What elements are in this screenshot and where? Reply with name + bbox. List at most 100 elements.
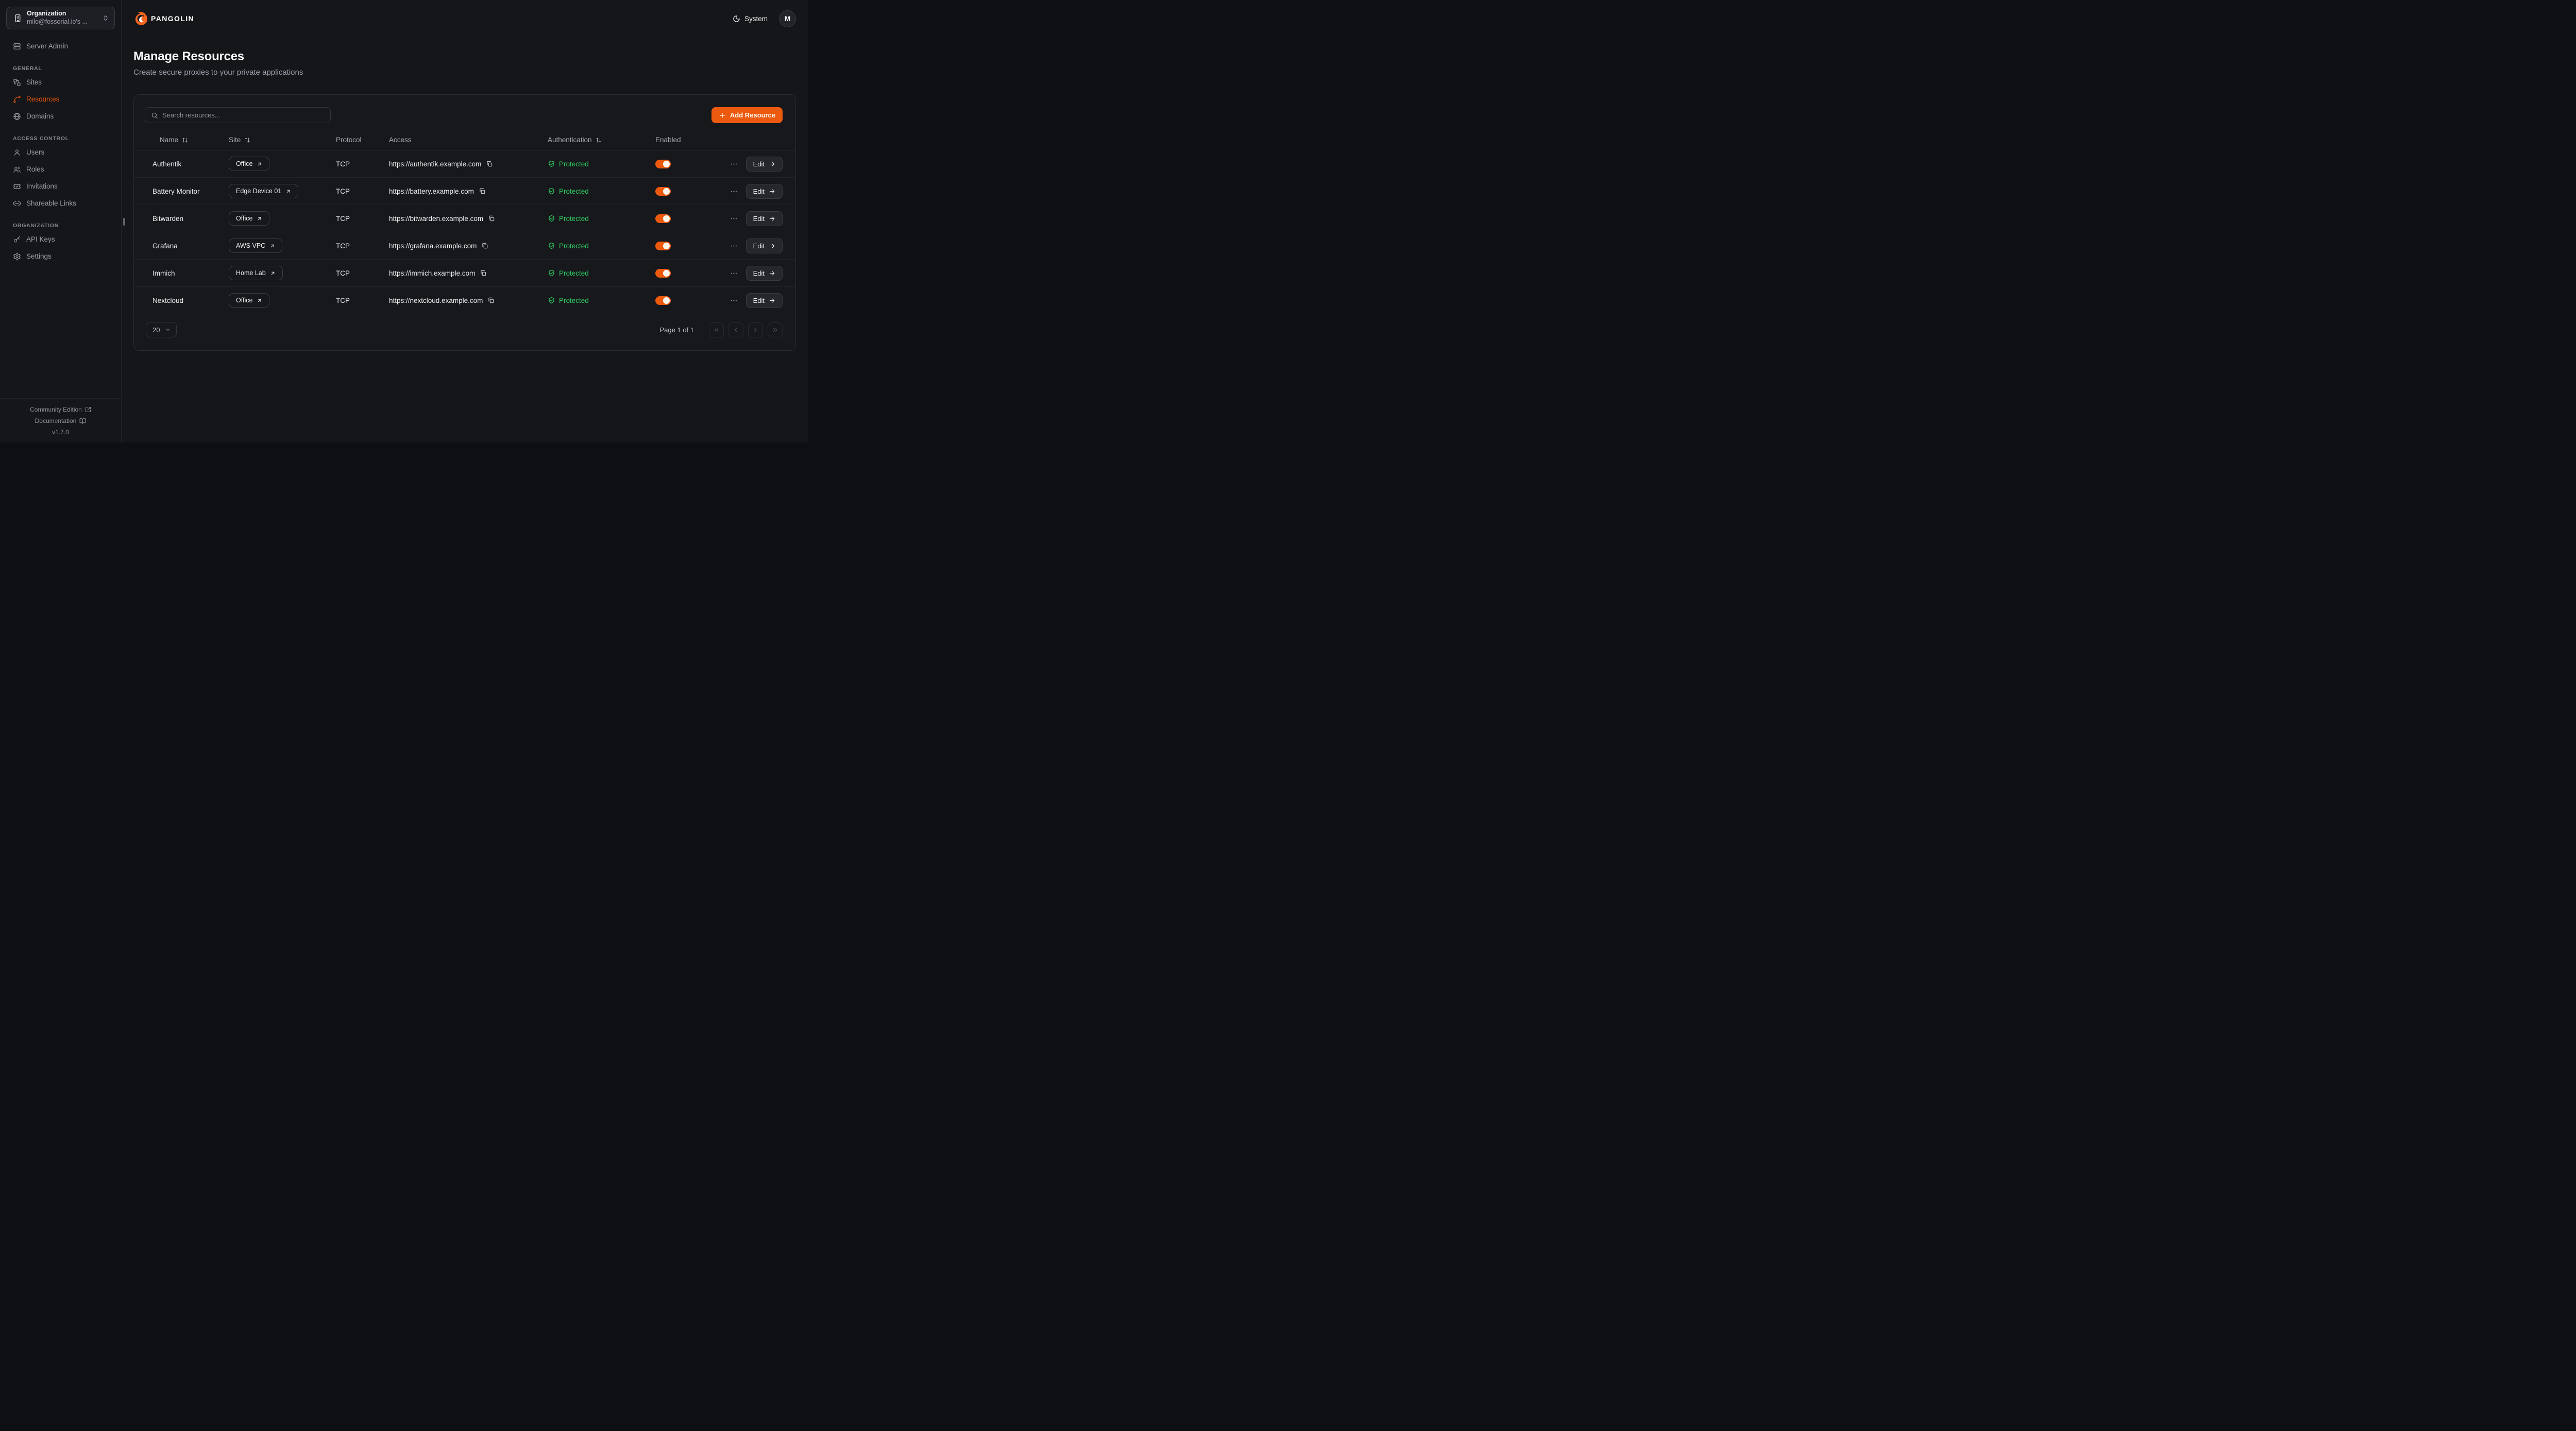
row-menu-button[interactable] xyxy=(729,186,739,196)
arrow-right-icon xyxy=(769,161,775,167)
previous-page-button[interactable] xyxy=(728,322,743,337)
chevron-down-icon xyxy=(165,327,171,333)
sidebar-item-shareable-links[interactable]: Shareable Links xyxy=(6,195,115,212)
sidebar-item-server-admin[interactable]: Server Admin xyxy=(6,38,115,55)
first-page-button[interactable] xyxy=(709,322,724,337)
add-resource-label: Add Resource xyxy=(730,111,775,119)
site-link-button[interactable]: AWS VPC xyxy=(229,238,282,253)
enabled-toggle[interactable] xyxy=(655,242,671,250)
site-name: Office xyxy=(236,215,252,222)
org-selector[interactable]: Organization milo@fossorial.io's ... xyxy=(6,7,115,29)
copy-icon[interactable] xyxy=(487,297,495,304)
chevron-left-icon xyxy=(733,327,739,333)
pangolin-logo-icon xyxy=(133,11,149,26)
auth-status: Protected xyxy=(559,160,589,168)
key-icon xyxy=(13,235,21,244)
access-url: https://immich.example.com xyxy=(389,269,475,277)
sidebar-item-resources[interactable]: Resources xyxy=(6,91,115,108)
main-content: PANGOLIN System M Manage Resources Creat… xyxy=(122,0,808,442)
column-header-authentication[interactable]: Authentication xyxy=(548,136,655,144)
pangolin-logo[interactable]: PANGOLIN xyxy=(133,11,194,26)
page-size-select[interactable]: 20 xyxy=(146,322,177,337)
sidebar-resize-handle[interactable] xyxy=(123,218,125,226)
arrow-up-right-icon xyxy=(269,243,275,249)
site-link-button[interactable]: Home Lab xyxy=(229,266,283,280)
row-menu-button[interactable] xyxy=(729,241,739,251)
plus-icon xyxy=(719,112,726,119)
edit-button[interactable]: Edit xyxy=(746,211,783,226)
enabled-toggle[interactable] xyxy=(655,160,671,168)
edit-button[interactable]: Edit xyxy=(746,184,783,199)
community-edition-link[interactable]: Community Edition xyxy=(0,404,121,415)
sidebar-item-settings[interactable]: Settings xyxy=(6,248,115,265)
shield-check-icon xyxy=(548,188,555,195)
add-resource-button[interactable]: Add Resource xyxy=(711,107,783,123)
table-toolbar: Add Resource xyxy=(134,107,795,123)
site-link-button[interactable]: Office xyxy=(229,293,269,308)
column-header-enabled: Enabled xyxy=(655,136,732,144)
theme-toggle[interactable]: System xyxy=(733,15,768,23)
enabled-toggle[interactable] xyxy=(655,269,671,278)
edit-button[interactable]: Edit xyxy=(746,238,783,253)
copy-icon[interactable] xyxy=(486,160,493,167)
sidebar-item-invitations[interactable]: Invitations xyxy=(6,178,115,195)
shield-check-icon xyxy=(548,160,555,168)
chevrons-left-icon xyxy=(713,327,720,333)
protocol: TCP xyxy=(336,269,389,277)
ellipsis-icon xyxy=(730,160,738,168)
site-name: Edge Device 01 xyxy=(236,188,281,195)
brand-name: PANGOLIN xyxy=(151,14,194,23)
arrow-right-icon xyxy=(769,188,775,195)
edit-label: Edit xyxy=(753,160,765,168)
search-input[interactable] xyxy=(162,111,325,119)
site-link-button[interactable]: Edge Device 01 xyxy=(229,184,298,198)
app-root: Organization milo@fossorial.io's ... Ser… xyxy=(0,0,808,442)
column-header-site[interactable]: Site xyxy=(229,136,336,144)
copy-icon[interactable] xyxy=(481,242,488,249)
site-name: Office xyxy=(236,297,252,304)
resource-name: Immich xyxy=(152,269,229,277)
site-link-button[interactable]: Office xyxy=(229,157,269,171)
row-menu-button[interactable] xyxy=(729,159,739,169)
row-menu-button[interactable] xyxy=(729,214,739,224)
sidebar-item-domains[interactable]: Domains xyxy=(6,108,115,125)
sidebar-item-label: Sites xyxy=(26,78,42,86)
edit-button[interactable]: Edit xyxy=(746,157,783,172)
copy-icon[interactable] xyxy=(480,269,487,277)
shield-check-icon xyxy=(548,242,555,250)
ellipsis-icon xyxy=(730,269,738,277)
resource-name: Grafana xyxy=(152,242,229,250)
shield-check-icon xyxy=(548,297,555,304)
resources-card: Add Resource Name Site Protocol Ac xyxy=(133,94,796,351)
row-menu-button[interactable] xyxy=(729,268,739,278)
documentation-link[interactable]: Documentation xyxy=(0,415,121,427)
avatar[interactable]: M xyxy=(779,10,796,27)
edit-button[interactable]: Edit xyxy=(746,266,783,281)
sort-icon xyxy=(182,137,188,143)
enabled-toggle[interactable] xyxy=(655,187,671,196)
sidebar-item-users[interactable]: Users xyxy=(6,144,115,161)
row-menu-button[interactable] xyxy=(729,296,739,305)
arrow-right-icon xyxy=(769,243,775,249)
table-row: Grafana AWS VPC TCP https://grafana.exam… xyxy=(134,232,795,260)
copy-icon[interactable] xyxy=(488,215,495,222)
sidebar-item-label: Shareable Links xyxy=(26,199,76,207)
enabled-toggle[interactable] xyxy=(655,214,671,223)
site-name: Office xyxy=(236,160,252,167)
column-header-name[interactable]: Name xyxy=(152,136,229,144)
site-link-button[interactable]: Office xyxy=(229,211,269,226)
version-label: v1.7.0 xyxy=(0,427,121,438)
ellipsis-icon xyxy=(730,188,738,195)
next-page-button[interactable] xyxy=(748,322,763,337)
last-page-button[interactable] xyxy=(768,322,783,337)
enabled-toggle[interactable] xyxy=(655,296,671,305)
auth-status: Protected xyxy=(559,297,589,304)
documentation-label: Documentation xyxy=(35,417,77,424)
table-row: Immich Home Lab TCP https://immich.examp… xyxy=(134,260,795,287)
sidebar-item-api-keys[interactable]: API Keys xyxy=(6,231,115,248)
sidebar-item-roles[interactable]: Roles xyxy=(6,161,115,178)
org-selector-label: Organization xyxy=(27,10,97,18)
copy-icon[interactable] xyxy=(479,188,486,195)
edit-button[interactable]: Edit xyxy=(746,293,783,308)
sidebar-item-sites[interactable]: Sites xyxy=(6,74,115,91)
